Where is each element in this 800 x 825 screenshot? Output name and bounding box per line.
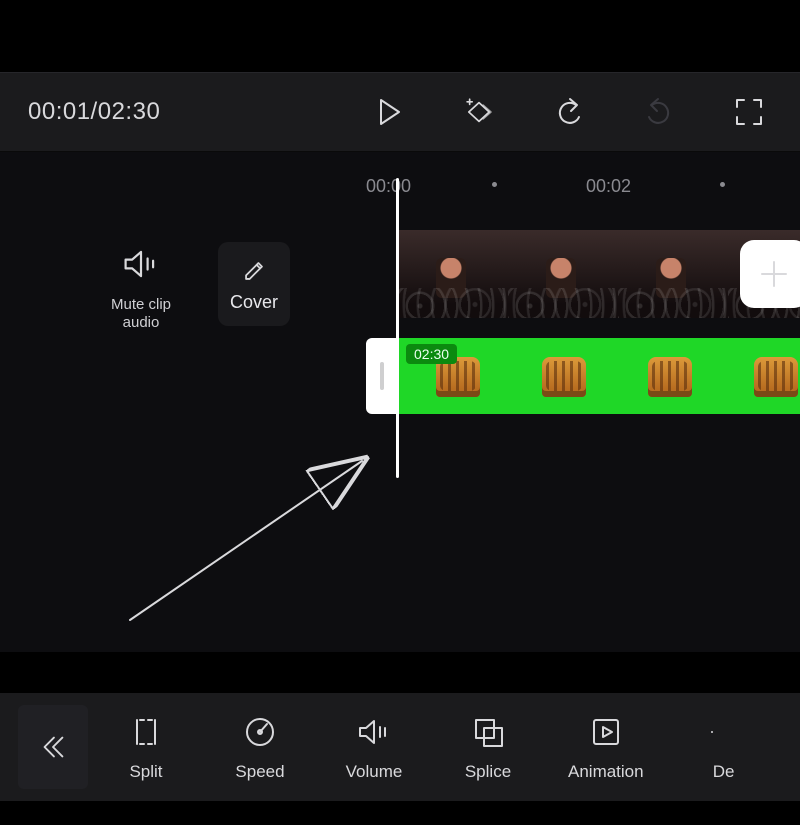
speaker-icon	[119, 242, 163, 286]
gauge-icon	[240, 712, 280, 752]
speaker-waves-icon	[354, 712, 394, 752]
time-display: 00:01/02:30	[28, 98, 160, 126]
tool-label: De	[713, 762, 735, 782]
playhead[interactable]	[396, 178, 399, 478]
ruler-dot	[720, 182, 725, 187]
preview-area-placeholder	[0, 0, 800, 72]
split-icon	[126, 712, 166, 752]
split-tool[interactable]: Split	[112, 712, 180, 782]
add-clip-button[interactable]	[740, 240, 800, 308]
mute-label: Mute clip audio	[96, 296, 186, 332]
ruler-tick: 00:00	[366, 176, 411, 197]
animation-tool[interactable]: Animation	[568, 712, 644, 782]
edit-toolbar: Split Speed Volume Splice Animation De	[0, 693, 800, 801]
clip-trim-handle-left[interactable]	[366, 338, 398, 414]
overlap-squares-icon	[468, 712, 508, 752]
clip-thumbnail	[618, 230, 728, 318]
video-track[interactable]	[398, 230, 800, 318]
cover-label: Cover	[230, 292, 278, 313]
ruler-tick: 00:02	[586, 176, 631, 197]
tool-label: Splice	[465, 762, 511, 782]
overlay-duration-badge: 02:30	[406, 344, 457, 364]
chevron-double-left-icon	[37, 731, 69, 763]
tool-label: Speed	[235, 762, 284, 782]
generic-tool-icon	[704, 712, 744, 752]
cover-button[interactable]: Cover	[218, 242, 290, 326]
keyframe-add-button[interactable]	[458, 91, 500, 133]
fullscreen-icon	[732, 95, 766, 129]
annotation-arrow	[112, 445, 392, 635]
fullscreen-button[interactable]	[728, 91, 770, 133]
undo-button[interactable]	[548, 91, 590, 133]
redo-button[interactable]	[638, 91, 680, 133]
playback-toolbar: 00:01/02:30	[0, 72, 800, 152]
overlay-thumbnail	[722, 351, 800, 411]
back-button[interactable]	[18, 705, 88, 789]
clip-thumbnail	[508, 230, 618, 318]
overlay-thumbnail	[510, 351, 616, 411]
undo-icon	[552, 95, 586, 129]
overlay-thumbnail	[616, 351, 722, 411]
tool-partial[interactable]: De	[690, 712, 758, 782]
play-button[interactable]	[368, 91, 410, 133]
timeline-ruler[interactable]: 00:00 00:02	[360, 170, 800, 210]
volume-tool[interactable]: Volume	[340, 712, 408, 782]
ruler-dot	[492, 182, 497, 187]
overlay-clip[interactable]: 02:30	[398, 338, 800, 414]
keyframe-add-icon	[462, 95, 496, 129]
plus-icon	[756, 256, 792, 292]
play-icon	[372, 95, 406, 129]
speed-tool[interactable]: Speed	[226, 712, 294, 782]
tool-label: Volume	[346, 762, 403, 782]
clip-thumbnail	[398, 230, 508, 318]
timeline-region: 00:00 00:02 Mute clip audio Co	[0, 152, 800, 652]
pencil-icon	[239, 256, 269, 286]
redo-icon	[642, 95, 676, 129]
splice-tool[interactable]: Splice	[454, 712, 522, 782]
overlay-track[interactable]: 02:30	[366, 338, 800, 414]
tool-label: Animation	[568, 762, 644, 782]
tool-label: Split	[129, 762, 162, 782]
play-box-icon	[586, 712, 626, 752]
mute-clip-audio-button[interactable]: Mute clip audio	[96, 242, 186, 332]
